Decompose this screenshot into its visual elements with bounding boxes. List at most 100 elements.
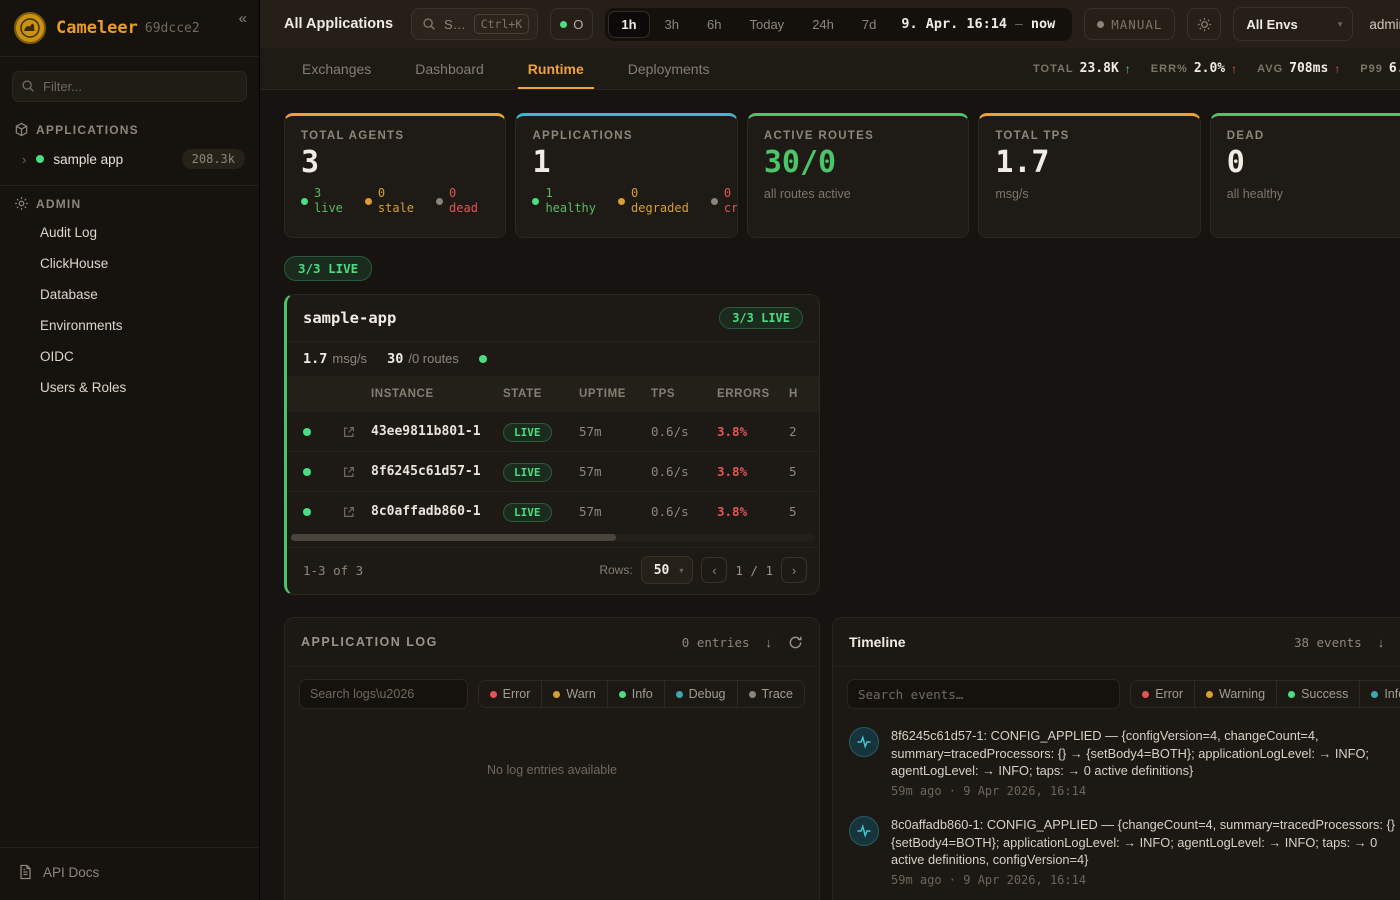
h-value: 5 [789, 504, 820, 519]
filter-warn-button[interactable]: Warn [541, 681, 606, 707]
state-badge: LIVE [503, 423, 552, 442]
status-dot-green [303, 468, 311, 476]
prev-page-button[interactable]: ‹ [701, 557, 727, 583]
filter-info-button[interactable]: Info [1359, 681, 1400, 707]
app-root: Cameleer 69dcce2 « APPLICATIONS › sample… [0, 0, 1400, 900]
sidebar-spacer [0, 403, 259, 847]
live-summary-badge: 3/3 LIVE [284, 256, 372, 281]
sidebar-item-users-roles[interactable]: Users & Roles [0, 372, 259, 403]
filter-label: Error [1155, 687, 1183, 701]
log-empty-message: No log entries available [285, 721, 819, 777]
theme-toggle-button[interactable] [1187, 8, 1221, 40]
card-value: 3 [301, 146, 489, 179]
card-title: ACTIVE ROUTES [764, 130, 952, 142]
chevron-right-icon[interactable]: › [22, 152, 26, 167]
substat-label: dead [449, 201, 478, 216]
sidebar-item-api-docs[interactable]: API Docs [0, 847, 259, 900]
page-title: All Applications [284, 16, 393, 32]
tabs: Exchanges Dashboard Runtime Deployments [284, 48, 727, 89]
range-button-6h[interactable]: 6h [694, 11, 734, 38]
time-range-display[interactable]: 9. Apr. 16:14 – now [891, 12, 1069, 36]
app-live-badge: 3/3 LIVE [719, 307, 803, 329]
external-link-icon[interactable] [342, 465, 356, 479]
sidebar-item-clickhouse[interactable]: ClickHouse [0, 248, 259, 279]
manual-dot [1097, 21, 1104, 28]
card-subtitle: msg/s [995, 187, 1183, 201]
range-button-24h[interactable]: 24h [799, 11, 847, 38]
substat-num: 0 [378, 186, 414, 201]
sidebar-collapse-icon[interactable]: « [239, 10, 247, 27]
external-link-icon[interactable] [342, 425, 356, 439]
filter-warning-button[interactable]: Warning [1194, 681, 1276, 707]
next-page-button[interactable]: › [781, 557, 807, 583]
table-row[interactable]: 43ee9811b801-1 LIVE 57m 0.6/s 3.8% 2 [287, 411, 820, 451]
stat-cards-row: TOTAL AGENTS 3 3live 0stale 0dead APPLIC… [284, 113, 1400, 238]
global-search-button[interactable]: S… Ctrl+K [411, 8, 538, 40]
log-search-input[interactable] [299, 679, 468, 709]
status-dot-green [303, 428, 311, 436]
log-level-filter-group: Error Warn Info Debug Trace [478, 680, 805, 708]
kpi-p99-label: P99 [1360, 63, 1383, 75]
timeline-event[interactable]: 8f6245c61d57-1: CONFIG_APPLIED — {config… [849, 727, 1400, 798]
range-button-today[interactable]: Today [736, 11, 797, 38]
live-status-toggle[interactable]: O [550, 8, 593, 40]
event-time: 59m ago · 9 Apr 2026, 16:14 [891, 873, 1400, 887]
log-filters: Error Warn Info Debug Trace [285, 667, 819, 721]
external-link-icon[interactable] [342, 505, 356, 519]
errors-value: 3.8% [717, 464, 789, 479]
manual-mode-button[interactable]: MANUAL [1084, 8, 1175, 40]
table-row[interactable]: 8f6245c61d57-1 LIVE 57m 0.6/s 3.8% 5 [287, 451, 820, 491]
filter-debug-button[interactable]: Debug [664, 681, 737, 707]
filter-label: Info [1384, 687, 1400, 701]
filter-error-button[interactable]: Error [479, 681, 542, 707]
tab-deployments[interactable]: Deployments [610, 48, 728, 89]
sidebar-item-oidc[interactable]: OIDC [0, 341, 259, 372]
sidebar-item-database[interactable]: Database [0, 279, 259, 310]
download-icon[interactable]: ↓ [1378, 635, 1385, 650]
brand-version: 69dcce2 [145, 21, 200, 36]
topbar: All Applications S… Ctrl+K O 1h 3h 6h To… [260, 0, 1400, 48]
download-icon[interactable]: ↓ [766, 635, 773, 650]
filter-trace-button[interactable]: Trace [737, 681, 805, 707]
range-button-1h[interactable]: 1h [608, 11, 649, 38]
scrollbar-thumb[interactable] [291, 534, 616, 541]
panels-row: APPLICATION LOG 0 entries ↓ Error Warn I… [284, 617, 1400, 900]
arrow-up-icon: ↑ [1334, 62, 1340, 76]
tab-exchanges[interactable]: Exchanges [284, 48, 389, 89]
timeline-title: Timeline [849, 634, 906, 650]
sidebar-item-sample-app[interactable]: › sample app 208.3k [0, 143, 259, 175]
col-tps: TPS [651, 388, 717, 400]
timeline-search-input[interactable] [847, 679, 1120, 709]
status-dot-gray [749, 691, 756, 698]
environment-select[interactable]: All Envs ▾ [1233, 7, 1353, 41]
filter-success-button[interactable]: Success [1276, 681, 1359, 707]
content: TOTAL AGENTS 3 3live 0stale 0dead APPLIC… [260, 90, 1400, 900]
tab-runtime[interactable]: Runtime [510, 48, 602, 89]
filter-error-button[interactable]: Error [1131, 681, 1194, 707]
sidebar-item-environments[interactable]: Environments [0, 310, 259, 341]
state-badge: LIVE [503, 503, 552, 522]
range-button-7d[interactable]: 7d [849, 11, 889, 38]
refresh-icon[interactable] [788, 635, 803, 650]
search-icon [422, 17, 436, 31]
api-docs-label: API Docs [43, 865, 99, 880]
environment-selected: All Envs [1246, 17, 1297, 32]
filter-info-button[interactable]: Info [607, 681, 664, 707]
kpi-strip: TOTAL 23.8K ↑ ERR% 2.0% ↑ AVG 708ms ↑ P9… [1033, 48, 1400, 89]
sidebar-filter-input[interactable] [12, 71, 247, 102]
tps-value: 0.6/s [651, 504, 717, 519]
tab-dashboard[interactable]: Dashboard [397, 48, 502, 89]
rows-per-page-select[interactable]: 50 ▾ [641, 556, 694, 584]
rows-per-page-label: Rows: [599, 563, 632, 577]
sidebar-item-audit-log[interactable]: Audit Log [0, 217, 259, 248]
app-tps-unit: msg/s [332, 351, 367, 366]
filter-label: Info [632, 687, 653, 701]
timeline-event[interactable]: 8c0affadb860-1: CONFIG_APPLIED — {change… [849, 816, 1400, 887]
horizontal-scrollbar[interactable] [291, 534, 815, 541]
substat-num: 0 [724, 186, 738, 201]
time-separator: – [1015, 17, 1023, 32]
status-dot-green [36, 155, 44, 163]
table-row[interactable]: 8c0affadb860-1 LIVE 57m 0.6/s 3.8% 5 [287, 491, 820, 531]
card-title: DEAD [1227, 130, 1400, 142]
range-button-3h[interactable]: 3h [652, 11, 692, 38]
